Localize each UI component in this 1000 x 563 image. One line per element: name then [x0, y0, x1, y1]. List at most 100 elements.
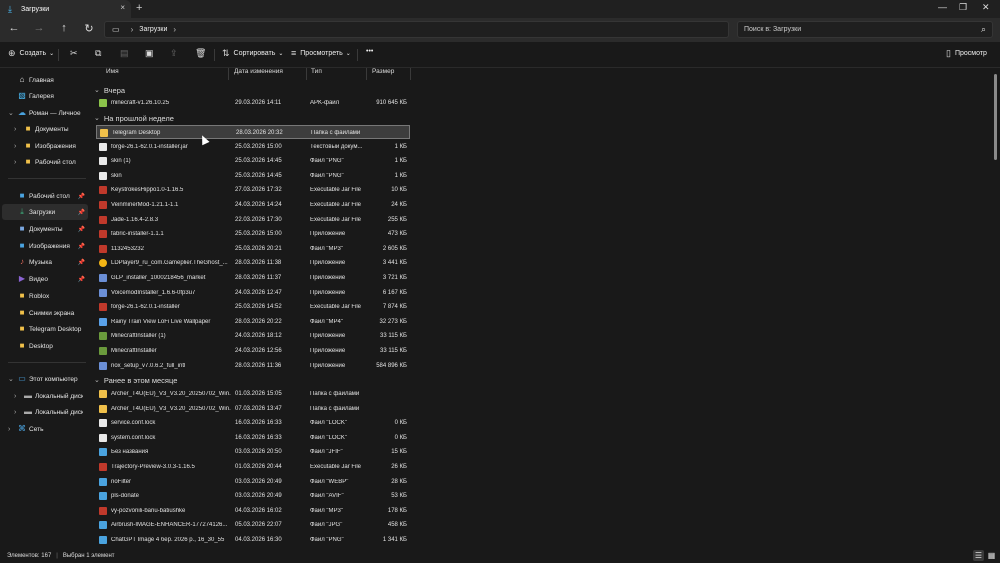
copy-icon[interactable]: ⧉: [95, 48, 101, 59]
create-button[interactable]: ⊕ Создать ⌄: [8, 48, 54, 59]
close-tab-button[interactable]: ×: [120, 3, 125, 12]
minimize-button[interactable]: —: [938, 2, 947, 12]
sidebar-item[interactable]: ■ Снимки экрана: [2, 305, 88, 321]
table-row[interactable]: noFilter 03.03.2026 20:49 Файл "WEBP" 28 КБ: [96, 475, 410, 489]
sidebar-item[interactable]: › ▬Локальный диск (C:): [2, 388, 88, 404]
breadcrumb-downloads[interactable]: Загрузки: [139, 26, 167, 33]
sidebar-item[interactable]: ■ Desktop: [2, 338, 88, 354]
pin-icon[interactable]: 📌: [78, 276, 85, 283]
new-tab-button[interactable]: +: [136, 2, 142, 14]
sidebar-item[interactable]: › ■ Рабочий стол: [2, 154, 88, 170]
pin-icon[interactable]: 📌: [78, 259, 85, 266]
table-row[interactable]: Airbrush-IMAGE-ENHANCER-177274126... 05.0…: [96, 518, 410, 532]
sidebar-item[interactable]: › ■ Изображения: [2, 138, 88, 154]
sidebar-item[interactable]: ■ Telegram Desktop: [2, 321, 88, 337]
pin-icon[interactable]: 📌: [78, 193, 85, 200]
table-row[interactable]: forge-26.1-62.0.1-installer 25.03.2026 14…: [96, 300, 410, 314]
sidebar-item[interactable]: ▧ Галерея: [2, 88, 88, 104]
table-row[interactable]: VeinminerMod-1.21.1-1.1 24.03.2026 14:24 E…: [96, 198, 410, 212]
table-row[interactable]: ChatGPT Image 4 бер. 2026 р., 16_30_55 04…: [96, 533, 410, 547]
forward-button[interactable]: →: [32, 22, 46, 34]
table-row[interactable]: MinecraftInstaller (1) 24.03.2026 18:12 Пр…: [96, 329, 410, 343]
preview-button[interactable]: ▯ Просмотр: [946, 48, 987, 59]
table-row[interactable]: forge-26.1-62.0.1-installer.jar 25.03.202…: [96, 140, 410, 154]
table-row[interactable]: Rainy Train View LoFi Live Wallpaper 28.0…: [96, 315, 410, 329]
table-row[interactable]: 1132453232 25.03.2026 20:21 Файл "MP3" 2 60…: [96, 242, 410, 256]
chevron-right-icon[interactable]: ›: [173, 25, 176, 34]
cut-icon[interactable]: ✂: [70, 48, 78, 59]
maximize-button[interactable]: ❐: [959, 2, 967, 13]
table-row[interactable]: VoicemodInstaller_1.6.6-0fp3u7 24.03.2026…: [96, 286, 410, 300]
table-row[interactable]: Archer_T4U(EU)_V3_V3.20_20250702_Win... 0…: [96, 387, 410, 401]
table-row[interactable]: Telegram Desktop 28.03.2026 20:32 Папка с …: [96, 125, 410, 139]
sidebar-item[interactable]: ■ Изображения 📌: [2, 238, 88, 254]
table-row[interactable]: GLP_installer_1000218456_market 28.03.202…: [96, 271, 410, 285]
column-size[interactable]: Размер: [372, 68, 394, 80]
search-input[interactable]: Поиск в: Загрузки ⌕: [737, 21, 993, 38]
address-field[interactable]: ▭ › Загрузки ›: [104, 21, 729, 38]
rename-icon[interactable]: ▣: [145, 48, 154, 59]
chevron-right-icon[interactable]: ›: [14, 159, 16, 166]
sidebar-item[interactable]: ▶ Видео 📌: [2, 271, 88, 287]
sidebar-item[interactable]: ⌂ Главная: [2, 72, 88, 88]
chevron-right-icon[interactable]: ›: [14, 126, 16, 133]
column-name[interactable]: Имя: [106, 68, 119, 80]
table-row[interactable]: vy-pozvonili-bariu-batiushke 04.03.2026 1…: [96, 504, 410, 518]
group-header[interactable]: ⌄ Ранее в этом месяце: [94, 374, 177, 386]
table-row[interactable]: system.conf.lock 16.03.2026 16:33 Файл "LO…: [96, 431, 410, 445]
table-row[interactable]: minecraft-v1.26.10.25 29.03.2026 14:11 APK…: [96, 96, 410, 110]
sidebar-item[interactable]: ⤓ Загрузки 📌: [2, 204, 88, 220]
table-row[interactable]: Archer_T4U(EU)_V3_V3.20_20250702_Win... 0…: [96, 402, 410, 416]
scrollbar-thumb[interactable]: [994, 74, 997, 160]
chevron-down-icon[interactable]: ⌄: [8, 109, 14, 117]
pin-icon[interactable]: 📌: [78, 226, 85, 233]
table-row[interactable]: KeystrokesHippo1.0-1.16.5 27.03.2026 17:3…: [96, 183, 410, 197]
table-row[interactable]: nox_setup_v7.0.6.2_full_intl 28.03.2026 1…: [96, 359, 410, 373]
sidebar-item[interactable]: ■ Документы 📌: [2, 221, 88, 237]
table-row[interactable]: LDPlayer9_ru_com.Gameplier.TheGhost_... 2…: [96, 256, 410, 270]
group-header[interactable]: ⌄ Вчера: [94, 84, 125, 96]
tiles-view-button[interactable]: ▦: [986, 550, 997, 561]
paste-icon[interactable]: ▤: [120, 48, 129, 59]
column-divider[interactable]: [410, 68, 411, 80]
chevron-right-icon[interactable]: ›: [8, 426, 10, 433]
refresh-button[interactable]: ↻: [82, 22, 96, 35]
column-divider[interactable]: [366, 68, 367, 80]
sidebar-item[interactable]: › ■ Документы: [2, 121, 88, 137]
share-icon[interactable]: ⇪: [170, 48, 178, 59]
chevron-right-icon[interactable]: ›: [14, 393, 16, 400]
view-button[interactable]: ≡ Просмотреть ⌄: [291, 48, 351, 58]
sidebar-item[interactable]: › ▬Локальный диск (D:): [2, 404, 88, 420]
up-button[interactable]: ↑: [57, 22, 71, 34]
column-date[interactable]: Дата изменения: [234, 68, 283, 80]
tab-downloads[interactable]: ⤓ Загрузки ×: [0, 0, 131, 18]
column-divider[interactable]: [306, 68, 307, 80]
sidebar-item[interactable]: ⌄ ▭ Этот компьютер: [2, 371, 88, 387]
chevron-down-icon[interactable]: ⌄: [8, 375, 14, 383]
table-row[interactable]: service.conf.lock 16.03.2026 16:33 Файл "L…: [96, 416, 410, 430]
group-header[interactable]: ⌄ На прошлой неделе: [94, 112, 174, 124]
chevron-right-icon[interactable]: ›: [14, 409, 16, 416]
column-divider[interactable]: [228, 68, 229, 80]
back-button[interactable]: ←: [7, 22, 21, 34]
sidebar-item[interactable]: ⌄ ☁ Роман — Личное: [2, 105, 88, 121]
column-type[interactable]: Тип: [311, 68, 322, 80]
sidebar-item[interactable]: ■ Roblox: [2, 288, 88, 304]
sort-button[interactable]: ⇅ Сортировать ⌄: [222, 48, 283, 59]
pin-icon[interactable]: 📌: [78, 243, 85, 250]
table-row[interactable]: Jade-1.16.4-2.8.3 22.03.2026 17:30 Executa…: [96, 213, 410, 227]
table-row[interactable]: Trajectory-Preview-3.0.3-1.16.5 01.03.202…: [96, 460, 410, 474]
table-row[interactable]: skin (1) 25.03.2026 14:45 Файл "PNG" 1 КБ: [96, 154, 410, 168]
table-row[interactable]: skin 25.03.2026 14:45 Файл "PNG" 1 КБ: [96, 169, 410, 183]
delete-icon[interactable]: 🗑: [195, 48, 206, 59]
sidebar-item[interactable]: ♪ Музыка 📌: [2, 254, 88, 270]
close-window-button[interactable]: ✕: [982, 2, 990, 13]
sidebar-item[interactable]: › ⌘ Сеть: [2, 421, 88, 437]
table-row[interactable]: pls-donate 03.03.2026 20:49 Файл "AVIF" 53 …: [96, 489, 410, 503]
more-options-button[interactable]: •••: [366, 48, 373, 55]
table-row[interactable]: Без названия 03.03.2026 20:50 Файл "JFIF" 1…: [96, 445, 410, 459]
table-row[interactable]: fabric-installer-1.1.1 25.03.2026 15:00 Пр…: [96, 227, 410, 241]
chevron-right-icon[interactable]: ›: [14, 143, 16, 150]
pin-icon[interactable]: 📌: [78, 209, 85, 216]
sidebar-item[interactable]: ■ Рабочий стол 📌: [2, 188, 88, 204]
